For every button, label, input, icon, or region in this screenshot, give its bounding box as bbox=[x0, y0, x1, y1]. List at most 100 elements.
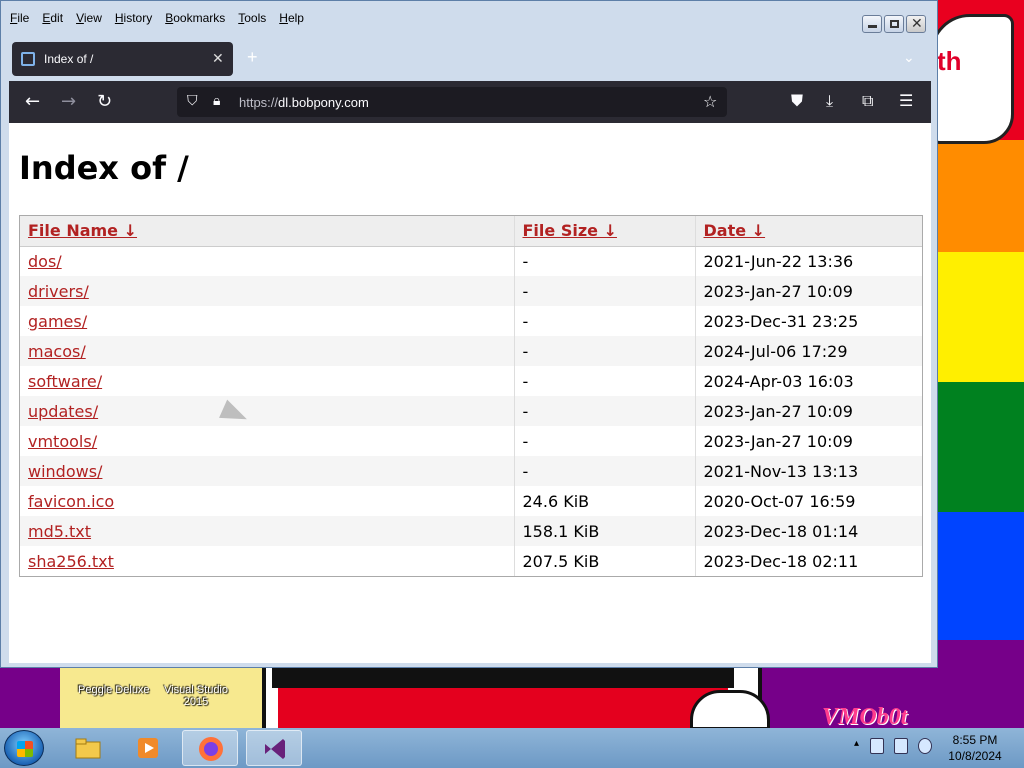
close-icon: ✕ bbox=[911, 16, 923, 32]
file-name-cell: drivers/ bbox=[20, 276, 514, 306]
windows-logo-icon bbox=[17, 741, 33, 757]
file-size-cell: - bbox=[513, 306, 695, 336]
file-name-cell: software/ bbox=[20, 366, 514, 396]
taskbar-firefox[interactable] bbox=[182, 730, 238, 766]
desktop-icon-label-peggle[interactable]: Peggle Deluxe bbox=[78, 684, 150, 696]
notification-area: ▴ bbox=[848, 734, 938, 764]
media-player-icon bbox=[138, 738, 158, 758]
maximize-button[interactable] bbox=[884, 15, 904, 33]
table-row: games/ -2023-Dec-31 23:25 bbox=[20, 306, 922, 336]
tab-close-icon[interactable]: ✕ bbox=[212, 50, 224, 67]
url-text[interactable]: https://dl.bobpony.com bbox=[239, 95, 369, 110]
table-row: sha256.txt 207.5 KiB 2023-Dec-18 02:11 bbox=[20, 546, 922, 576]
file-size-cell: - bbox=[513, 246, 695, 276]
address-bar[interactable]: ⛉ 🔒︎ https://dl.bobpony.com ☆ bbox=[177, 87, 727, 117]
menu-tools[interactable]: Tools bbox=[237, 7, 267, 29]
file-size-cell: - bbox=[513, 456, 695, 486]
clock-date: 10/8/2024 bbox=[948, 749, 1002, 763]
file-date-cell: 2023-Dec-31 23:25 bbox=[694, 306, 922, 336]
bookmark-star-icon[interactable]: ☆ bbox=[703, 92, 717, 111]
network-icon[interactable] bbox=[894, 738, 908, 754]
visual-studio-icon bbox=[265, 739, 285, 759]
menu-help[interactable]: Help bbox=[278, 7, 305, 29]
sort-by-name-link[interactable]: File Name ↓ bbox=[28, 221, 137, 240]
file-link[interactable]: md5.txt bbox=[28, 522, 91, 541]
table-row: vmtools/ -2023-Jan-27 10:09 bbox=[20, 426, 922, 456]
volume-icon[interactable] bbox=[918, 738, 932, 754]
file-listing: File Name ↓ File Size ↓ Date ↓ dos/-2021… bbox=[19, 215, 923, 577]
column-header-date: Date ↓ bbox=[694, 216, 922, 247]
table-row: macos/ -2024-Jul-06 17:29 bbox=[20, 336, 922, 366]
extensions-puzzle-icon[interactable]: ⧉ bbox=[862, 91, 873, 111]
file-date-cell: 2023-Jan-27 10:09 bbox=[694, 396, 922, 426]
file-size-cell: 207.5 KiB bbox=[513, 546, 695, 576]
hamburger-menu-icon[interactable]: ☰ bbox=[899, 91, 913, 110]
minimize-button[interactable] bbox=[862, 15, 882, 33]
file-date-cell: 2024-Apr-03 16:03 bbox=[694, 366, 922, 396]
page-favicon-icon bbox=[21, 52, 35, 66]
file-link[interactable]: favicon.ico bbox=[28, 492, 114, 511]
file-name-cell: md5.txt bbox=[20, 516, 514, 546]
file-size-cell: - bbox=[513, 396, 695, 426]
menu-file[interactable]: File bbox=[9, 7, 30, 29]
sort-by-date-link[interactable]: Date ↓ bbox=[704, 221, 766, 240]
page-content: Index of / File Name ↓ File Size ↓ Date … bbox=[9, 123, 931, 663]
menu-history[interactable]: History bbox=[114, 7, 153, 29]
taskbar-media-player[interactable] bbox=[120, 730, 176, 766]
pocket-icon[interactable]: ⛊ bbox=[791, 91, 803, 111]
file-link[interactable]: macos/ bbox=[28, 342, 86, 361]
file-link[interactable]: windows/ bbox=[28, 462, 102, 481]
file-name-cell: macos/ bbox=[20, 336, 514, 366]
tab-title: Index of / bbox=[44, 52, 94, 66]
back-arrow-icon[interactable]: ← bbox=[25, 91, 40, 112]
file-size-cell: - bbox=[513, 366, 695, 396]
tray-app-icon[interactable] bbox=[870, 738, 884, 754]
table-row: md5.txt 158.1 KiB 2023-Dec-18 01:14 bbox=[20, 516, 922, 546]
system-clock[interactable]: 8:55 PM 10/8/2024 bbox=[940, 732, 1010, 764]
desktop-icon-label-visual-studio[interactable]: Visual Studio 2015 bbox=[160, 684, 232, 708]
file-link[interactable]: software/ bbox=[28, 372, 102, 391]
taskbar-visual-studio[interactable] bbox=[246, 730, 302, 766]
file-name-cell: vmtools/ bbox=[20, 426, 514, 456]
table-row: dos/ -2021-Jun-22 13:36 bbox=[20, 246, 922, 276]
sort-by-size-link[interactable]: File Size ↓ bbox=[523, 221, 617, 240]
menu-view[interactable]: View bbox=[75, 7, 103, 29]
tab-index[interactable]: Index of / ✕ bbox=[12, 42, 233, 76]
wallpaper-cartoon-figure bbox=[690, 690, 770, 730]
forward-arrow-icon[interactable]: → bbox=[61, 91, 76, 112]
reload-icon[interactable]: ↻ bbox=[97, 91, 112, 112]
column-header-name: File Name ↓ bbox=[20, 216, 514, 247]
url-scheme: https:// bbox=[239, 95, 279, 110]
wallpaper-bubble-text: th bbox=[937, 46, 962, 76]
file-name-cell: games/ bbox=[20, 306, 514, 336]
show-hidden-icons-icon[interactable]: ▴ bbox=[854, 738, 868, 754]
file-date-cell: 2021-Jun-22 13:36 bbox=[694, 246, 922, 276]
file-link[interactable]: dos/ bbox=[28, 252, 62, 271]
start-button[interactable] bbox=[4, 730, 44, 766]
wallpaper-corner-text: VMOb0t bbox=[822, 704, 908, 730]
new-tab-plus-icon[interactable]: + bbox=[247, 47, 258, 68]
table-row: favicon.ico 24.6 KiB 2020-Oct-07 16:59 bbox=[20, 486, 922, 516]
file-date-cell: 2023-Dec-18 02:11 bbox=[694, 546, 922, 576]
close-window-button[interactable]: ✕ bbox=[906, 15, 926, 33]
file-size-cell: 24.6 KiB bbox=[513, 486, 695, 516]
folder-icon bbox=[75, 738, 101, 759]
file-date-cell: 2020-Oct-07 16:59 bbox=[694, 486, 922, 516]
tracking-protection-shield-icon[interactable]: ⛉ bbox=[187, 93, 198, 109]
menu-edit[interactable]: Edit bbox=[41, 7, 64, 29]
downloads-icon[interactable]: ⤓ bbox=[826, 91, 833, 111]
file-link[interactable]: updates/ bbox=[28, 402, 98, 421]
taskbar-explorer[interactable] bbox=[60, 730, 116, 766]
menu-bookmarks[interactable]: Bookmarks bbox=[164, 7, 226, 29]
file-link[interactable]: games/ bbox=[28, 312, 87, 331]
tab-strip: Index of / ✕ + ⌄ bbox=[9, 39, 931, 81]
url-host: dl.bobpony.com bbox=[278, 95, 369, 110]
wallpaper-cartoon-bar bbox=[272, 668, 734, 688]
lock-icon[interactable]: 🔒︎ bbox=[213, 93, 220, 109]
list-all-tabs-chevron-icon[interactable]: ⌄ bbox=[903, 49, 915, 66]
firefox-icon bbox=[199, 737, 223, 761]
file-link[interactable]: vmtools/ bbox=[28, 432, 97, 451]
file-link[interactable]: drivers/ bbox=[28, 282, 89, 301]
taskbar: ▴ 8:55 PM 10/8/2024 bbox=[0, 728, 1024, 768]
file-link[interactable]: sha256.txt bbox=[28, 552, 114, 571]
